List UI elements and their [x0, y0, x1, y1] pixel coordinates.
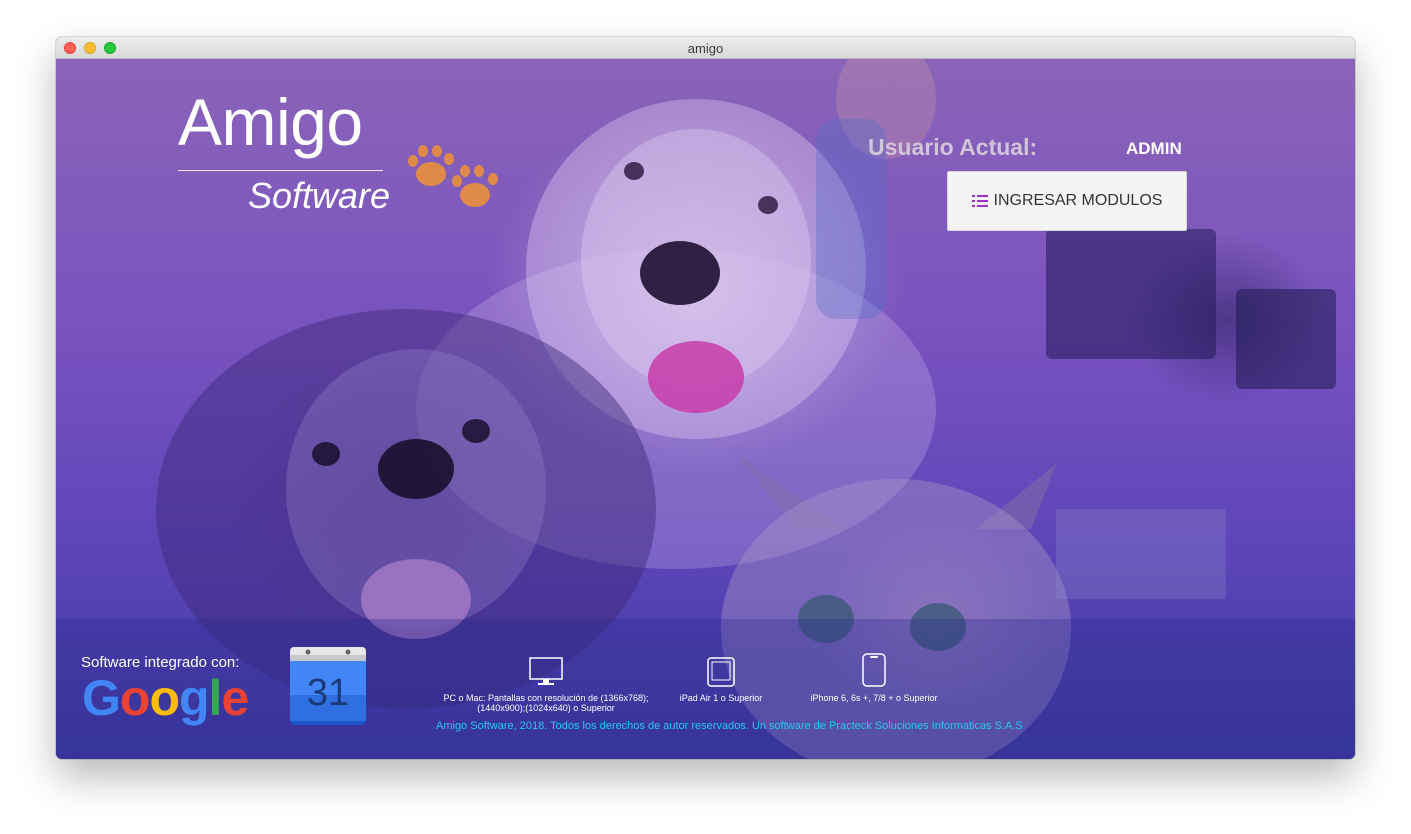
tablet-icon	[707, 657, 735, 687]
main-content: Amigo Software Usuario Actual: ADMIN ING…	[56, 59, 1355, 759]
calendar-day: 31	[307, 672, 349, 714]
device-phone-line1: iPhone 6, 6s +, 7/8 + o Superior	[810, 693, 938, 703]
device-desktop-line2: (1440x900);(1024x640) o Superior	[477, 703, 615, 713]
brand-name: Amigo	[178, 85, 363, 159]
device-requirement-desktop: PC o Mac: Pantallas con resolución de (1…	[436, 657, 656, 713]
current-user-value: ADMIN	[1126, 139, 1182, 158]
desktop-icon	[529, 657, 563, 685]
paw-icon	[408, 145, 498, 207]
device-tablet-line1: iPad Air 1 o Superior	[679, 693, 763, 703]
app-window: amigo Amigo Software Usuario Actual: ADM…	[56, 37, 1355, 759]
list-icon	[971, 195, 988, 207]
title-bar: amigo	[56, 37, 1355, 59]
brand-subtitle: Software	[248, 175, 391, 216]
brand-divider	[178, 170, 383, 171]
current-user-label: Usuario Actual:	[868, 134, 1038, 160]
device-desktop-line1: PC o Mac: Pantallas con resolución de (1…	[443, 693, 649, 703]
google-calendar-icon: 31	[290, 647, 366, 725]
copyright-text: Amigo Software, 2018. Todos los derechos…	[436, 720, 1023, 732]
device-requirement-tablet: iPad Air 1 o Superior	[666, 657, 776, 703]
google-logo: Google	[82, 670, 249, 726]
enter-modules-label: INGRESAR MODULOS	[993, 192, 1163, 209]
background-photo	[56, 59, 1355, 759]
phone-icon	[862, 653, 886, 687]
enter-modules-button[interactable]: INGRESAR MODULOS	[947, 171, 1187, 231]
window-title: amigo	[687, 41, 724, 56]
device-requirement-phone: iPhone 6, 6s +, 7/8 + o Superior	[804, 653, 944, 703]
